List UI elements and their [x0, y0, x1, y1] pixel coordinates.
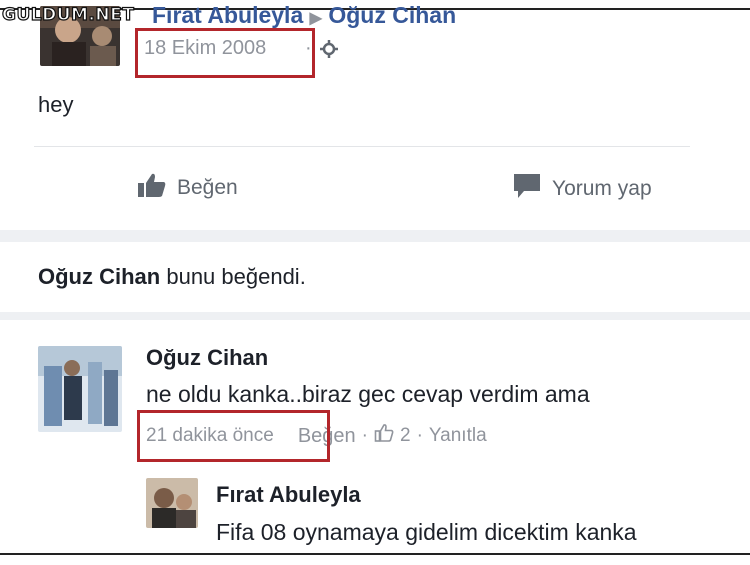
like-button[interactable]: Beğen	[137, 172, 238, 204]
reply-avatar[interactable]	[146, 478, 198, 528]
post-text: hey	[38, 92, 74, 117]
comment-icon	[512, 172, 542, 206]
reply-link[interactable]: Yanıtla	[429, 425, 487, 447]
card-separator	[0, 230, 750, 242]
comment-text: ne oldu kanka..biraz gec cevap verdim am…	[146, 381, 590, 407]
comment-label: Yorum yap	[552, 177, 652, 200]
separator-dot: ·	[305, 37, 312, 59]
activity-user[interactable]: Oğuz Cihan	[38, 264, 160, 289]
activity-text: Oğuz Cihan bunu beğendi.	[38, 264, 306, 290]
comment-like-count: 2	[400, 425, 411, 446]
settings-gear-icon[interactable]	[319, 39, 339, 64]
meta-dot: ·	[416, 425, 423, 446]
like-count-icon	[374, 423, 394, 449]
commenter-avatar[interactable]	[38, 346, 122, 432]
post-divider	[34, 146, 690, 147]
watermark-logo: GULDUM.NET	[1, 4, 135, 25]
author-name[interactable]: Fırat Abuleyla	[152, 2, 303, 28]
comments-section: Oğuz Cihan ne oldu kanka..biraz gec ceva…	[12, 320, 750, 553]
like-label: Beğen	[177, 176, 238, 199]
card-separator	[0, 312, 750, 320]
comment-author[interactable]: Oğuz Cihan	[146, 345, 268, 371]
bottom-border	[0, 553, 750, 555]
arrow-icon: ▶	[309, 10, 322, 27]
time-highlight-box	[137, 410, 330, 462]
reply-author[interactable]: Fırat Abuleyla	[216, 482, 361, 508]
target-name[interactable]: Oğuz Cihan	[328, 2, 456, 28]
activity-action: bunu beğendi.	[166, 264, 306, 289]
activity-card: Oğuz Cihan bunu beğendi.	[12, 242, 750, 312]
date-highlight-box	[135, 28, 315, 78]
post-card: Fırat Abuleyla ▶ Oğuz Cihan 18 Ekim 2008…	[12, 2, 750, 228]
post-header: Fırat Abuleyla ▶ Oğuz Cihan	[152, 2, 456, 29]
thumbs-up-icon	[137, 172, 167, 204]
comment-button[interactable]: Yorum yap	[512, 172, 652, 206]
reply-text: Fifa 08 oynamaya gidelim dicektim kanka	[216, 519, 637, 545]
screenshot-frame: GULDUM.NET Fırat Abuleyla ▶ Oğuz Cihan 1…	[0, 0, 750, 565]
meta-dot: ·	[361, 425, 368, 446]
